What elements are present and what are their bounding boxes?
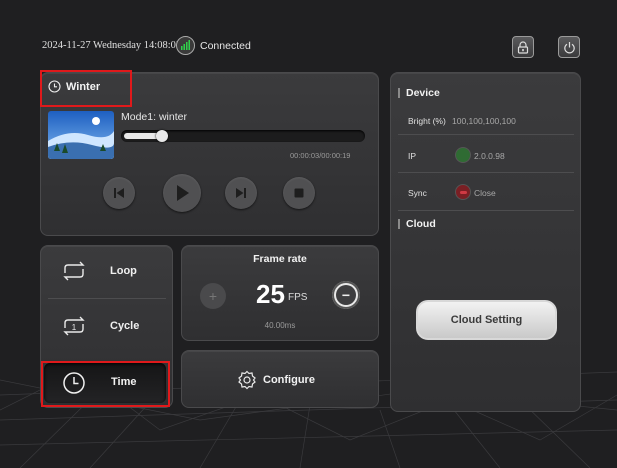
previous-button[interactable] [103,177,135,209]
play-icon [177,185,189,201]
progress-handle[interactable] [156,130,168,142]
mode-loop-item[interactable]: Loop [47,245,165,297]
bright-label: Bright (%) [408,116,446,126]
lock-button[interactable] [512,36,534,58]
mode-divider [48,298,166,299]
program-thumbnail[interactable] [48,111,114,159]
connection-status: Connected [200,40,251,52]
datetime-text: 2024-11-27 Wednesday 14:08:05 [42,40,182,51]
device-title: Device [406,87,440,99]
play-button[interactable] [163,174,201,212]
cloud-section-marker [398,219,400,229]
frame-interval: 40.00ms [264,321,296,330]
svg-text:1: 1 [72,323,77,332]
gear-icon [238,370,256,390]
frame-rate-value: 25 [256,279,285,309]
sync-toggle[interactable] [455,184,471,200]
mode-cycle-label: Cycle [110,320,140,332]
lock-icon [517,40,529,54]
power-button[interactable] [558,36,580,58]
loop-icon [63,261,85,281]
cloud-setting-button[interactable]: Cloud Setting [416,300,557,340]
next-button[interactable] [225,177,257,209]
stop-icon [294,188,304,198]
playback-time: 00:00:03/00:00:19 [290,151,351,160]
power-icon [563,41,575,53]
frame-rate-increase-button[interactable]: + [200,283,226,309]
minus-icon: − [336,285,356,305]
device-divider [398,210,574,211]
mode-cycle-item[interactable]: 1 Cycle [47,300,165,352]
cycle-icon: 1 [63,316,85,336]
sync-label: Sync [408,188,427,198]
toggle-off-icon [459,190,467,194]
frame-rate-title: Frame rate [253,253,307,265]
bright-value: 100,100,100,100 [452,116,516,126]
device-section-marker [398,88,400,98]
signal-icon [176,36,195,55]
highlight-box-time [41,361,170,407]
sync-value: Close [474,188,496,198]
highlight-box-program [40,70,132,107]
stop-button[interactable] [283,177,315,209]
ip-value: 2.0.0.98 [474,151,505,161]
cloud-title: Cloud [406,218,436,230]
frame-rate-decrease-button[interactable]: − [332,281,360,309]
skip-previous-icon [114,188,124,198]
configure-label: Configure [263,374,315,386]
ip-status-icon [455,147,471,163]
skip-next-icon [236,188,246,198]
device-divider [398,134,574,135]
mode-label: Mode1: winter [121,111,187,123]
ip-label: IP [408,151,417,161]
mode-loop-label: Loop [110,265,137,277]
device-divider [398,172,574,173]
frame-rate-unit: FPS [288,292,308,303]
